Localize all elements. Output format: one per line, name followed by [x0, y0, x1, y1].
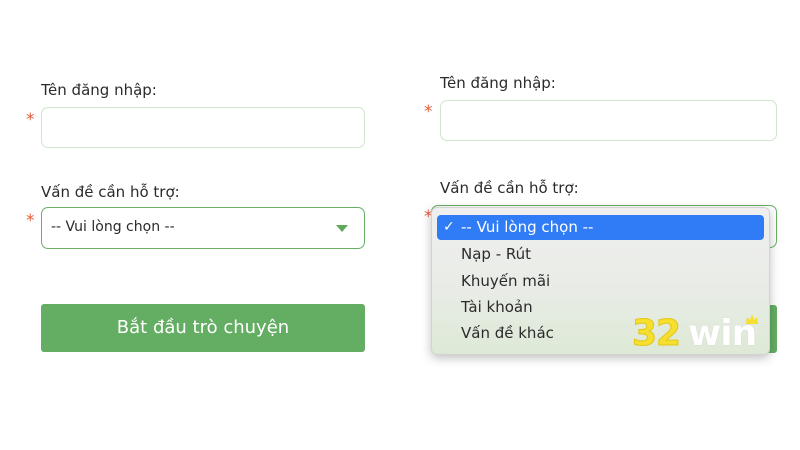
dropdown-option[interactable]: Nạp - Rút: [437, 242, 764, 267]
required-mark: *: [424, 102, 433, 122]
dropdown-option[interactable]: Khuyến mãi: [437, 269, 764, 294]
check-icon: ✓: [443, 219, 455, 235]
chat-form-right: Tên đăng nhập: * Vấn đề cần hỗ trợ: * ✓ …: [400, 0, 800, 450]
required-mark: *: [26, 110, 35, 130]
dropdown-option-label: -- Vui lòng chọn --: [461, 218, 594, 236]
dropdown-option-label: Nạp - Rút: [461, 245, 532, 263]
username-input[interactable]: [41, 107, 365, 148]
dropdown-option-label: Khuyến mãi: [461, 272, 551, 290]
dropdown-option[interactable]: ✓ -- Vui lòng chọn --: [437, 215, 764, 240]
crown-icon: [746, 314, 758, 324]
username-label: Tên đăng nhập:: [440, 74, 556, 92]
username-label: Tên đăng nhập:: [41, 81, 157, 99]
username-input[interactable]: [440, 100, 777, 141]
issue-label: Vấn đề cần hỗ trợ:: [440, 179, 579, 197]
dropdown-option-label: Vấn đề khác: [461, 324, 554, 342]
start-chat-button[interactable]: Bắt đầu trò chuyện: [41, 304, 365, 352]
chat-form-left: Tên đăng nhập: * Vấn đề cần hỗ trợ: * --…: [0, 0, 400, 450]
logo-number: 32: [631, 313, 681, 355]
issue-select[interactable]: -- Vui lòng chọn --: [41, 207, 365, 249]
required-mark: *: [26, 211, 35, 231]
chevron-down-icon: [336, 225, 348, 232]
dropdown-option-label: Tài khoản: [461, 298, 533, 316]
issue-select-value: -- Vui lòng chọn --: [51, 219, 175, 235]
issue-label: Vấn đề cần hỗ trợ:: [41, 183, 180, 201]
